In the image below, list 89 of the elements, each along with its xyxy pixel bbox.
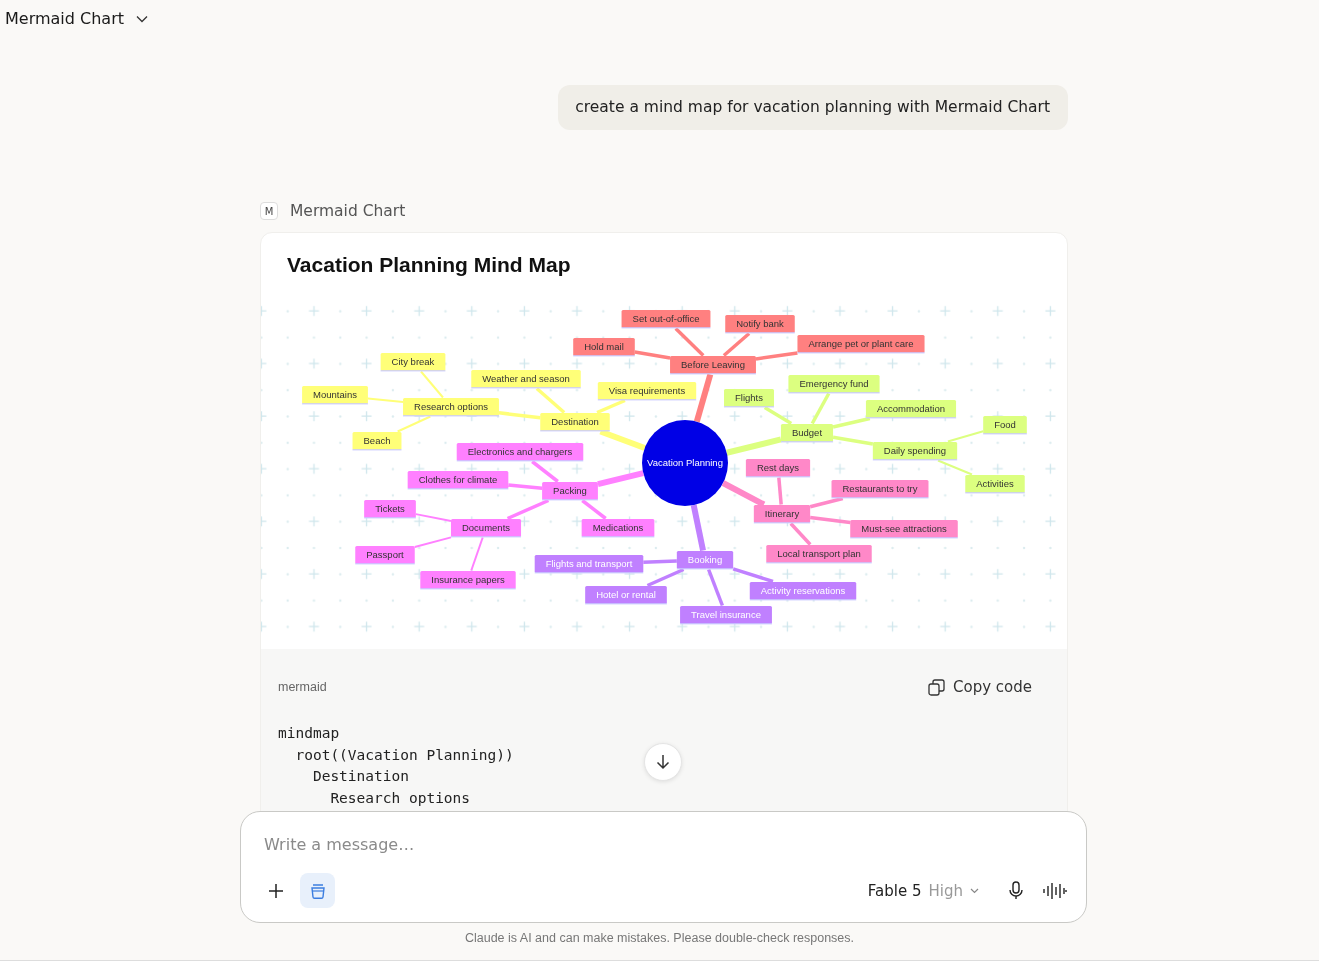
connector-line [634,350,671,360]
waveform-icon [1043,881,1067,900]
connector-line [506,498,550,521]
mindmap-node: Hold mail [573,338,635,357]
mindmap-node: Activity reservations [749,582,857,601]
code-line: Destination [311,767,409,786]
chevron-down-icon[interactable] [136,14,148,23]
mindmap-node: Visa requirements [597,382,697,401]
copy-code-button[interactable]: Copy code [928,678,1032,696]
connector-line [597,470,644,488]
code-line: root((Vacation Planning)) [294,745,514,765]
connector-line [396,415,432,433]
connector-line [809,496,844,509]
mindmap-node: Local transport plan [766,545,872,564]
chat-title[interactable]: Mermaid Chart [5,9,124,28]
connector-line [693,373,714,423]
mindmap-node: Restaurants to try [831,480,929,499]
connector-line [366,397,405,404]
connector-line [674,327,705,357]
mindmap-node: Rest days [745,459,811,478]
mindmap-node: Electronics and chargers [456,443,584,462]
mindmap-node: Daily spending [872,442,958,461]
mindmap-node: Food [983,416,1027,435]
connector-line [581,499,607,520]
app-icon: M [260,202,278,220]
mindmap-node: Before Leaving [670,356,756,375]
code-language: mermaid [278,680,327,694]
mindmap-node: Clothes for climate [407,471,509,490]
connector-line [646,567,685,588]
connector-line [707,568,724,607]
mindmap-node: Medications [581,519,655,538]
mindmap-node: City break [380,353,446,372]
mindmap-node: Emergency fund [788,375,880,394]
artifact-source: Mermaid Chart [290,202,406,220]
mindmap-node: Insurance papers [420,571,516,590]
connector-line [732,567,774,584]
connector-line [413,536,452,549]
connector-line [414,513,452,523]
connector-line [755,351,798,361]
connector-line [763,406,793,425]
mindmap-node: Flights [724,389,774,408]
mindmap-node: Notify bank [725,315,795,334]
connector-line [721,480,766,508]
jar-icon [308,881,327,900]
chevron-down-icon [970,887,979,894]
arrow-down-icon [656,754,670,770]
mindmap-node: Budget [780,424,834,443]
model-selector[interactable]: Fable 5 High [867,881,979,900]
connector-line [596,398,626,415]
connector-line [777,477,783,505]
copy-icon [928,678,945,696]
mindmap-node: Itinerary [753,505,811,524]
code-line: mindmap [278,724,340,743]
mindmap-node: Booking [676,551,734,570]
mindmap-node: Must-see attractions [850,520,958,539]
mindmap-node: Tickets [364,500,416,519]
connector-line [690,504,706,552]
mindmap-node: Destination [540,413,610,432]
mindmap-node: Activities [965,475,1025,494]
mindmap-node: Weather and season [471,370,581,389]
mindmap-node: Beach [352,432,402,451]
connector-line [832,435,874,446]
mindmap-node: Accommodation [865,400,957,419]
mindmap-node: Documents [450,519,522,538]
mindmap-node: Research options [403,398,499,417]
mindmap-node: Set out-of-office [621,310,711,329]
disclaimer-text: Claude is AI and can make mistakes. Please double-check responses. [463,931,856,945]
mindmap-root-node: Vacation Planning [642,420,728,506]
connector-line [470,536,484,572]
mindmap-node: Mountains [302,386,368,405]
diagram-title: Vacation Planning Mind Map [286,252,572,278]
connector-line [643,559,677,564]
mindmap-node: Hotel or rental [585,586,667,605]
connector-line [937,459,973,476]
connector-line [420,370,444,399]
mindmap-node: Travel insurance [680,606,772,625]
plus-icon [268,882,284,899]
tool-button[interactable] [300,873,335,908]
mindmap-node: Flights and transport [534,555,644,574]
connector-line [946,430,985,443]
mindmap-node: Arrange pet or plant care [797,335,925,354]
user-message: create a mind map for vacation planning with Mermaid Chart [558,85,1068,130]
message-input[interactable]: Write a message… [264,832,1071,856]
microphone-icon [1009,881,1023,900]
connector-line [722,332,751,357]
code-line: Research options [329,788,471,808]
connector-line [726,436,782,456]
mindmap-node: Passport [355,546,415,565]
mindmap-node: Packing [542,482,598,501]
